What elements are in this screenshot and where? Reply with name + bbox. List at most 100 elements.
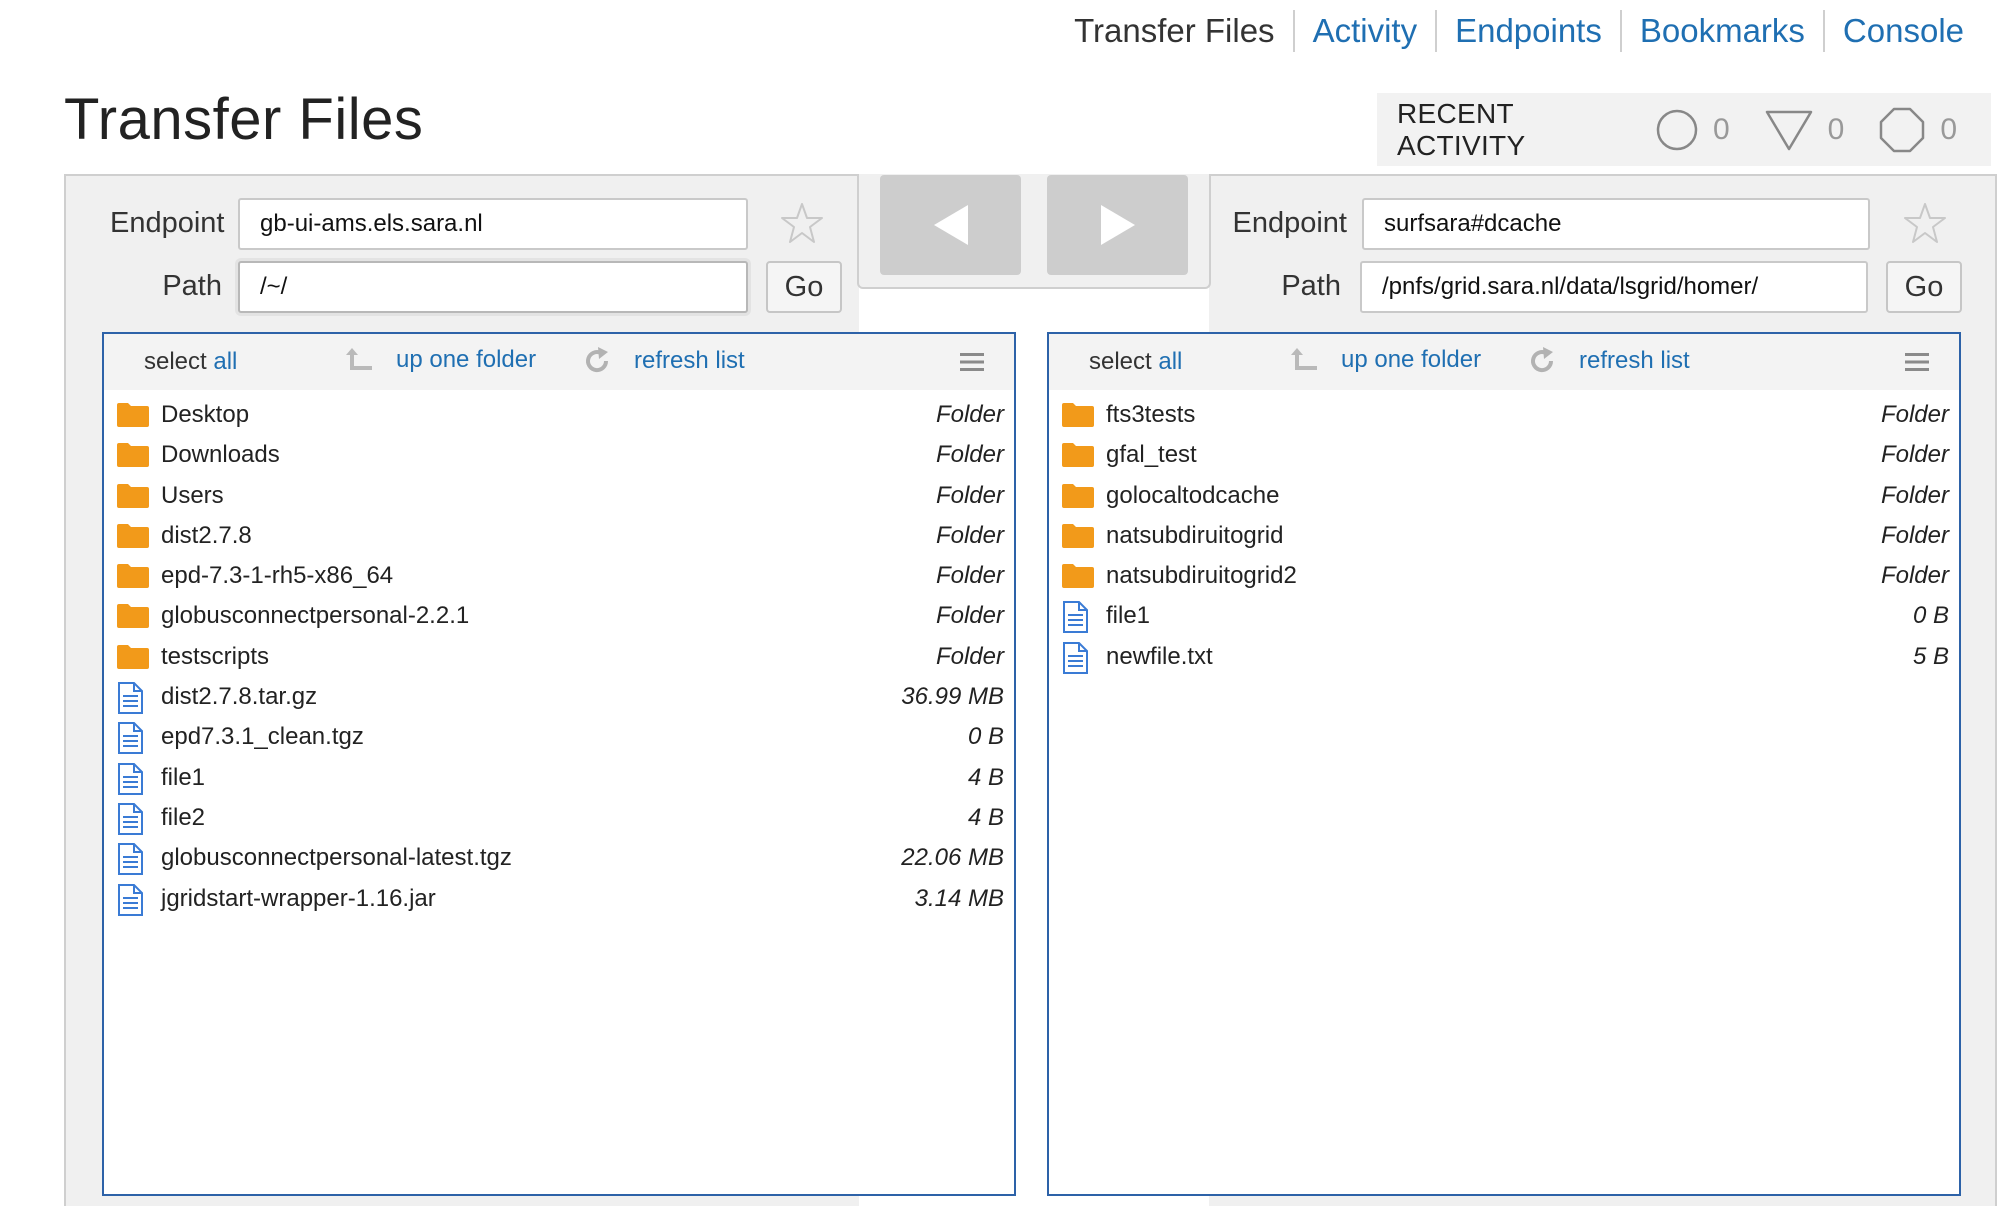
menu-icon[interactable] <box>958 351 986 373</box>
file-row[interactable]: Downloads Folder <box>104 434 1014 474</box>
file-name: dist2.7.8 <box>161 521 252 549</box>
left-file-list: select all up one folder refresh list De… <box>102 332 1016 1196</box>
folder-icon <box>1062 483 1094 508</box>
file-icon <box>116 843 144 882</box>
file-row[interactable]: gfal_test Folder <box>1049 434 1959 474</box>
up-folder-icon <box>1291 348 1317 370</box>
file-name: epd-7.3-1-rh5-x86_64 <box>161 562 394 590</box>
file-row[interactable]: fts3tests Folder <box>1049 394 1959 434</box>
file-name: file1 <box>161 763 206 791</box>
recent-activity-label: RECENT ACTIVITY <box>1397 97 1526 161</box>
left-bookmark-star-icon[interactable] <box>780 201 824 245</box>
file-name: newfile.txt <box>1106 642 1213 670</box>
succeeded-count: 0 <box>1827 112 1845 146</box>
recent-succeeded[interactable]: 0 <box>1764 108 1845 152</box>
right-refresh-list[interactable]: refresh list <box>1527 346 1690 376</box>
file-row[interactable]: dist2.7.8 Folder <box>104 515 1014 555</box>
folder-icon <box>1062 443 1094 468</box>
menu-icon[interactable] <box>1903 351 1931 373</box>
right-go-button[interactable]: Go <box>1886 261 1962 313</box>
right-select-all[interactable]: select all <box>1089 348 1182 376</box>
file-row[interactable]: newfile.txt 5 B <box>1049 636 1959 676</box>
file-name: fts3tests <box>1106 401 1196 428</box>
right-bookmark-star-icon[interactable] <box>1903 201 1947 245</box>
transfer-left-button[interactable] <box>880 175 1021 275</box>
left-up-one-folder[interactable]: up one folder <box>344 346 536 374</box>
file-icon <box>116 883 144 923</box>
nav-bookmarks[interactable]: Bookmarks <box>1619 10 1823 52</box>
file-size: Folder <box>935 602 1004 630</box>
left-path-input[interactable]: /~/ <box>238 261 748 313</box>
left-select-all[interactable]: select all <box>144 348 237 376</box>
file-row[interactable]: globusconnectpersonal-2.2.1 Folder <box>104 595 1014 635</box>
right-path-input[interactable]: /pnfs/grid.sara.nl/data/lsgrid/homer/ <box>1360 261 1868 313</box>
folder-icon <box>1061 400 1095 435</box>
file-size: Folder <box>935 642 1004 670</box>
folder-icon <box>1062 523 1094 548</box>
left-endpoint-input[interactable]: gb-ui-ams.els.sara.nl <box>238 198 748 250</box>
select-label: select <box>144 348 207 375</box>
file-size: Folder <box>1880 521 1949 549</box>
file-name: epd7.3.1_clean.tgz <box>161 723 364 751</box>
select-label: select <box>1089 348 1152 375</box>
file-icon <box>1061 601 1089 640</box>
file-icon <box>118 802 143 835</box>
up-folder-icon <box>346 348 372 370</box>
file-name: testscripts <box>161 642 270 670</box>
file-row[interactable]: Desktop Folder <box>104 394 1014 434</box>
file-row[interactable]: Users Folder <box>104 475 1014 515</box>
file-size: Folder <box>935 521 1004 549</box>
file-size: Folder <box>1880 401 1949 428</box>
file-row[interactable]: dist2.7.8.tar.gz 36.99 MB <box>104 676 1014 716</box>
folder-icon <box>1061 481 1095 516</box>
right-up-one-folder[interactable]: up one folder <box>1289 346 1481 374</box>
nav-transfer-files[interactable]: Transfer Files <box>1056 10 1292 52</box>
file-row[interactable]: testscripts Folder <box>104 636 1014 676</box>
file-row[interactable]: file1 4 B <box>104 757 1014 797</box>
transfer-right-button[interactable] <box>1047 175 1188 275</box>
file-row[interactable]: file1 0 B <box>1049 595 1959 635</box>
folder-icon <box>116 400 150 435</box>
file-row[interactable]: golocaltodcache Folder <box>1049 475 1959 515</box>
left-refresh-list[interactable]: refresh list <box>582 346 745 376</box>
recent-activity-bar[interactable]: RECENT ACTIVITY 0 0 0 <box>1377 93 1991 166</box>
folder-icon <box>116 440 150 475</box>
select-all-link[interactable]: all <box>1158 348 1182 375</box>
page-title: Transfer Files <box>64 87 424 152</box>
file-icon <box>116 722 144 761</box>
file-name: globusconnectpersonal-2.2.1 <box>161 602 470 630</box>
file-size: 22.06 MB <box>901 844 1004 872</box>
file-name: natsubdiruitogrid <box>1106 521 1284 549</box>
file-size: 3.14 MB <box>914 884 1004 912</box>
file-row[interactable]: epd7.3.1_clean.tgz 0 B <box>104 716 1014 756</box>
left-go-button[interactable]: Go <box>766 261 842 313</box>
right-endpoint-input[interactable]: surfsara#dcache <box>1362 198 1870 250</box>
file-row[interactable]: epd-7.3-1-rh5-x86_64 Folder <box>104 555 1014 595</box>
refresh-icon <box>586 347 609 373</box>
recent-active[interactable]: 0 <box>1655 108 1730 152</box>
folder-icon <box>117 443 149 468</box>
file-row[interactable]: file2 4 B <box>104 797 1014 837</box>
file-size: Folder <box>935 401 1004 428</box>
nav-activity[interactable]: Activity <box>1292 10 1436 52</box>
file-icon <box>1063 641 1088 674</box>
file-row[interactable]: jgridstart-wrapper-1.16.jar 3.14 MB <box>104 878 1014 918</box>
file-row[interactable]: globusconnectpersonal-latest.tgz 22.06 MB <box>104 837 1014 877</box>
file-row[interactable]: natsubdiruitogrid2 Folder <box>1049 555 1959 595</box>
file-size: 0 B <box>1912 602 1949 630</box>
folder-icon <box>1061 440 1095 475</box>
left-path-label: Path <box>162 270 222 302</box>
file-name: globusconnectpersonal-latest.tgz <box>161 844 512 872</box>
file-size: 4 B <box>967 803 1004 831</box>
up-one-folder-label: up one folder <box>396 346 537 373</box>
folder-icon <box>116 642 150 677</box>
nav-endpoints[interactable]: Endpoints <box>1435 10 1620 52</box>
file-row[interactable]: natsubdiruitogrid Folder <box>1049 515 1959 555</box>
file-size: 4 B <box>967 763 1004 791</box>
recent-failed[interactable]: 0 <box>1878 106 1957 154</box>
nav-console[interactable]: Console <box>1822 10 1982 52</box>
file-name: file2 <box>161 803 206 831</box>
refresh-icon <box>1531 347 1554 373</box>
file-name: Users <box>161 481 224 509</box>
select-all-link[interactable]: all <box>213 348 237 375</box>
